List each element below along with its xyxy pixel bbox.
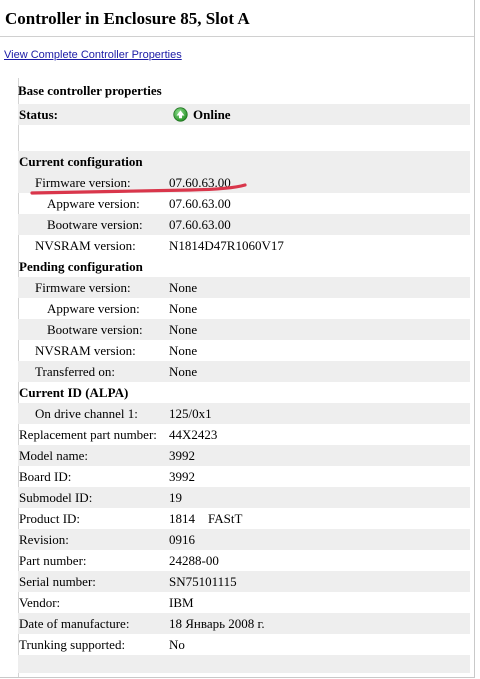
property-row-bootware: Bootware version: 07.60.63.00 (18, 214, 470, 235)
section-header-current-config: Current configuration (18, 151, 470, 172)
revision-value: 0916 (169, 532, 195, 547)
transferred-value: None (169, 364, 198, 379)
red-underline-annotation (30, 183, 247, 195)
property-row-nvsram: NVSRAM version: N1814D47R1060V17 (18, 235, 470, 256)
property-row-transferred: Transferred on: None (18, 361, 470, 382)
drive-channel-value: 125/0x1 (169, 406, 212, 421)
property-row-replacement-part: Replacement part number: 44X2423 (18, 424, 470, 445)
bootware-value: 07.60.63.00 (169, 217, 231, 232)
property-row-submodel-id: Submodel ID: 19 (18, 487, 470, 508)
firmware-value: None (169, 280, 198, 295)
property-row-pending-nvsram: NVSRAM version: None (18, 340, 470, 361)
product-id-label: Product ID: (19, 511, 81, 526)
bootware-label: Bootware version: (47, 217, 143, 232)
section-header-base: Base controller properties (18, 80, 470, 101)
view-complete-properties-link[interactable]: View Complete Controller Properties (4, 49, 182, 61)
property-row-pending-bootware: Bootware version: None (18, 319, 470, 340)
nvsram-label: NVSRAM version: (35, 238, 136, 253)
section-title: Base controller properties (18, 83, 162, 98)
property-row-product-id: Product ID: 1814 FAStT (18, 508, 470, 529)
property-row-pending-firmware: Firmware version: None (18, 277, 470, 298)
serial-number-label: Serial number: (19, 574, 96, 589)
submodel-id-value: 19 (169, 490, 182, 505)
bootware-label: Bootware version: (47, 322, 143, 337)
property-row-board-id: Board ID: 3992 (18, 466, 470, 487)
vendor-label: Vendor: (19, 595, 61, 610)
transferred-label: Transferred on: (35, 364, 116, 379)
status-label: Status: (19, 107, 59, 122)
board-id-value: 3992 (169, 469, 195, 484)
property-row-serial-number: Serial number: SN75101115 (18, 571, 470, 592)
nvsram-label: NVSRAM version: (35, 343, 136, 358)
section-header-pending-config: Pending configuration (18, 256, 470, 277)
drive-channel-label: On drive channel 1: (35, 406, 138, 421)
property-row-date-of-manufacture: Date of manufacture: 18 Январь 2008 г. (18, 613, 470, 634)
online-status-icon (173, 107, 188, 122)
part-number-label: Part number: (19, 553, 87, 568)
section-title: Pending configuration (19, 259, 143, 274)
model-name-label: Model name: (19, 448, 88, 463)
property-row-revision: Revision: 0916 (18, 529, 470, 550)
property-row-pending-appware: Appware version: None (18, 298, 470, 319)
section-header-current-id: Current ID (ALPA) (18, 382, 470, 403)
page-title: Controller in Enclosure 85, Slot A (5, 9, 250, 28)
bootware-value: None (169, 322, 198, 337)
firmware-label: Firmware version: (35, 280, 131, 295)
serial-number-value: SN75101115 (169, 574, 237, 589)
trunking-value: No (169, 637, 185, 652)
vendor-value: IBM (169, 595, 194, 610)
property-row-vendor: Vendor: IBM (18, 592, 470, 613)
part-number-value: 24288-00 (169, 553, 219, 568)
nvsram-value: None (169, 343, 198, 358)
property-row-model-name: Model name: 3992 (18, 445, 470, 466)
property-row-status: Status: Online (18, 104, 470, 125)
title-divider (0, 36, 474, 37)
property-row-drive-channel: On drive channel 1: 125/0x1 (18, 403, 470, 424)
product-id-value: 1814 FAStT (169, 511, 243, 526)
trunking-label: Trunking supported: (19, 637, 126, 652)
section-title: Current ID (ALPA) (19, 385, 129, 400)
replacement-part-value: 44X2423 (169, 427, 218, 442)
board-id-label: Board ID: (19, 469, 72, 484)
revision-label: Revision: (19, 532, 69, 547)
replacement-part-label: Replacement part number: (19, 427, 157, 442)
appware-label: Appware version: (47, 301, 140, 316)
section-title: Current configuration (19, 154, 143, 169)
model-name-value: 3992 (169, 448, 195, 463)
submodel-id-label: Submodel ID: (19, 490, 93, 505)
status-value: Online (173, 104, 231, 125)
property-row-part-number: Part number: 24288-00 (18, 550, 470, 571)
date-of-manufacture-value: 18 Январь 2008 г. (169, 616, 265, 631)
nvsram-value: N1814D47R1060V17 (169, 238, 284, 253)
property-row-trunking: Trunking supported: No (18, 634, 470, 655)
status-text: Online (193, 107, 231, 122)
appware-value: None (169, 301, 198, 316)
date-of-manufacture-label: Date of manufacture: (19, 616, 130, 631)
property-row-empty (18, 655, 470, 673)
